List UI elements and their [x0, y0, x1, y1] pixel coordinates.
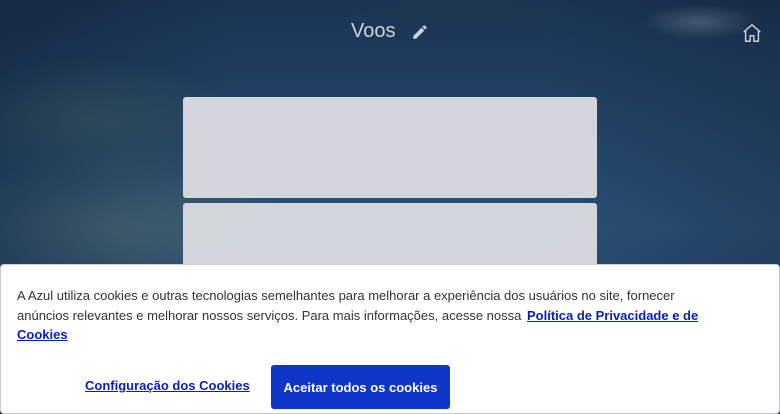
loading-card — [183, 203, 597, 273]
page-title: Voos — [350, 20, 396, 43]
pencil-icon[interactable] — [411, 23, 429, 41]
accept-cookies-button[interactable]: Aceitar todos os cookies — [271, 365, 450, 409]
home-icon[interactable] — [741, 22, 763, 44]
loading-card — [183, 97, 597, 198]
cookie-text: A Azul utiliza cookies e outras tecnolog… — [17, 286, 717, 345]
cookie-banner: A Azul utiliza cookies e outras tecnolog… — [0, 264, 780, 414]
cookie-settings-button[interactable]: Configuração dos Cookies — [85, 378, 250, 393]
page-header: Voos — [0, 20, 780, 43]
